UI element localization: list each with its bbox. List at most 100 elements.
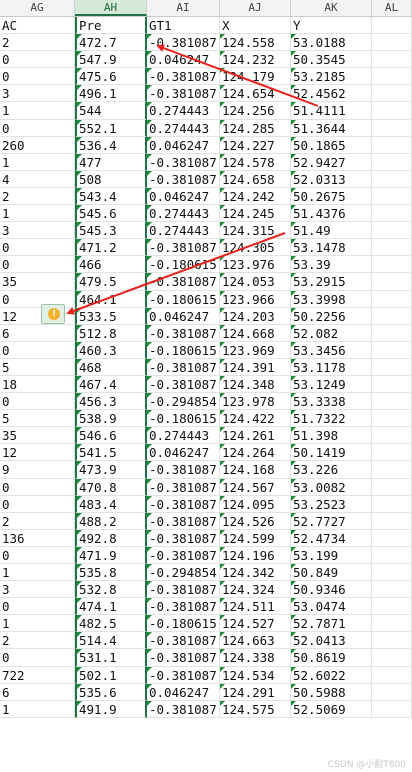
cell[interactable]: 123.969 [220,341,291,359]
cell[interactable]: 50.1419 [291,444,372,462]
cell[interactable]: 0 [0,68,75,86]
cell[interactable] [372,393,412,411]
cell[interactable]: 124.264 [220,444,291,462]
cell[interactable] [372,410,412,428]
cell[interactable]: 124.534 [220,666,291,684]
cell[interactable]: 53.0474 [291,598,372,616]
cell[interactable]: 508 [75,170,147,188]
cell[interactable]: 547.9 [75,51,147,69]
cell[interactable]: 124.305 [220,239,291,257]
cell[interactable]: 4 [0,170,75,188]
cell[interactable]: 0 [0,495,75,513]
cell[interactable]: -0.381087 [147,153,220,171]
cell[interactable]: 124.227 [220,136,291,154]
cell[interactable]: -0.381087 [147,598,220,616]
cell[interactable]: 456.3 [75,393,147,411]
cell[interactable]: 50.1865 [291,136,372,154]
cell[interactable]: 0 [0,119,75,137]
cell[interactable] [372,495,412,513]
cell[interactable]: 123.976 [220,256,291,274]
cell[interactable]: 2 [0,34,75,52]
cell[interactable]: 479.5 [75,273,147,291]
cell[interactable]: 0.274443 [147,119,220,137]
cell[interactable]: 491.9 [75,700,147,718]
cell[interactable]: 124.261 [220,427,291,445]
cell[interactable]: 536.4 [75,136,147,154]
cell[interactable]: -0.294854 [147,564,220,582]
cell[interactable]: 124.245 [220,205,291,223]
cell[interactable]: 51.4376 [291,205,372,223]
cell[interactable]: 50.3545 [291,51,372,69]
cell[interactable]: 483.4 [75,495,147,513]
cell[interactable]: 1 [0,615,75,633]
cell[interactable]: Y [291,17,372,35]
cell[interactable]: 53.3338 [291,393,372,411]
cell[interactable]: 5 [0,358,75,376]
cell[interactable]: -0.381087 [147,68,220,86]
cell[interactable]: 0 [0,649,75,667]
cell[interactable]: 124.324 [220,581,291,599]
cell[interactable]: 53.2185 [291,68,372,86]
cell[interactable]: 0 [0,393,75,411]
cell[interactable]: 124.168 [220,461,291,479]
column-header-ak[interactable]: AK [291,0,372,16]
cell[interactable] [372,222,412,240]
cell[interactable]: 467.4 [75,375,147,394]
cell[interactable]: X [220,17,291,35]
cell[interactable]: 468 [75,358,147,376]
cell[interactable]: 124.511 [220,598,291,616]
cell[interactable]: -0.180615 [147,615,220,633]
cell[interactable]: 124.663 [220,632,291,650]
cell[interactable]: 502.1 [75,666,147,684]
cell[interactable]: 123.978 [220,393,291,411]
cell[interactable]: 50.9346 [291,581,372,599]
cell[interactable] [372,649,412,667]
cell[interactable]: 124.578 [220,153,291,171]
cell[interactable]: 531.1 [75,649,147,667]
cell[interactable]: 18 [0,375,75,394]
cell[interactable]: 124.203 [220,307,291,325]
column-header-aj[interactable]: AJ [220,0,291,16]
cell[interactable]: 535.6 [75,683,147,701]
cell[interactable]: 471.2 [75,239,147,257]
cell[interactable]: 0.274443 [147,427,220,445]
cell[interactable]: 50.5988 [291,683,372,701]
cell[interactable] [372,632,412,650]
cell[interactable] [372,529,412,547]
cell[interactable] [372,358,412,376]
cell[interactable]: 0 [0,478,75,496]
cell[interactable]: -0.381087 [147,461,220,479]
cell[interactable]: 124.422 [220,410,291,428]
cell[interactable]: 50.8619 [291,649,372,667]
cell[interactable] [372,187,412,206]
cell[interactable]: 53.1478 [291,239,372,257]
cell[interactable]: 52.7871 [291,615,372,633]
cell[interactable]: 52.4562 [291,85,372,103]
cell[interactable] [372,290,412,308]
cell[interactable] [372,341,412,359]
cell[interactable]: -0.381087 [147,632,220,650]
cell[interactable]: GT1 [147,17,220,35]
cell[interactable]: 124.348 [220,375,291,394]
cell[interactable]: 53.226 [291,461,372,479]
cell[interactable]: -0.294854 [147,393,220,411]
cell[interactable]: 1 [0,700,75,718]
cell[interactable]: 552.1 [75,119,147,137]
cell[interactable] [372,564,412,582]
cell[interactable]: 52.7727 [291,512,372,530]
cell[interactable]: 0.274443 [147,102,220,120]
cell[interactable]: -0.381087 [147,375,220,394]
cell[interactable]: 35 [0,273,75,291]
cell[interactable] [372,153,412,171]
cell[interactable]: 544 [75,102,147,120]
cell[interactable]: 0.274443 [147,205,220,223]
cell[interactable]: -0.381087 [147,170,220,188]
cell[interactable]: 3 [0,222,75,240]
cell[interactable]: -0.381087 [147,581,220,599]
cell[interactable] [372,700,412,718]
cell[interactable] [372,273,412,291]
cell[interactable]: 124.196 [220,546,291,564]
cell[interactable] [372,205,412,223]
cell[interactable]: 124.526 [220,512,291,530]
cell[interactable]: 53.0082 [291,478,372,496]
